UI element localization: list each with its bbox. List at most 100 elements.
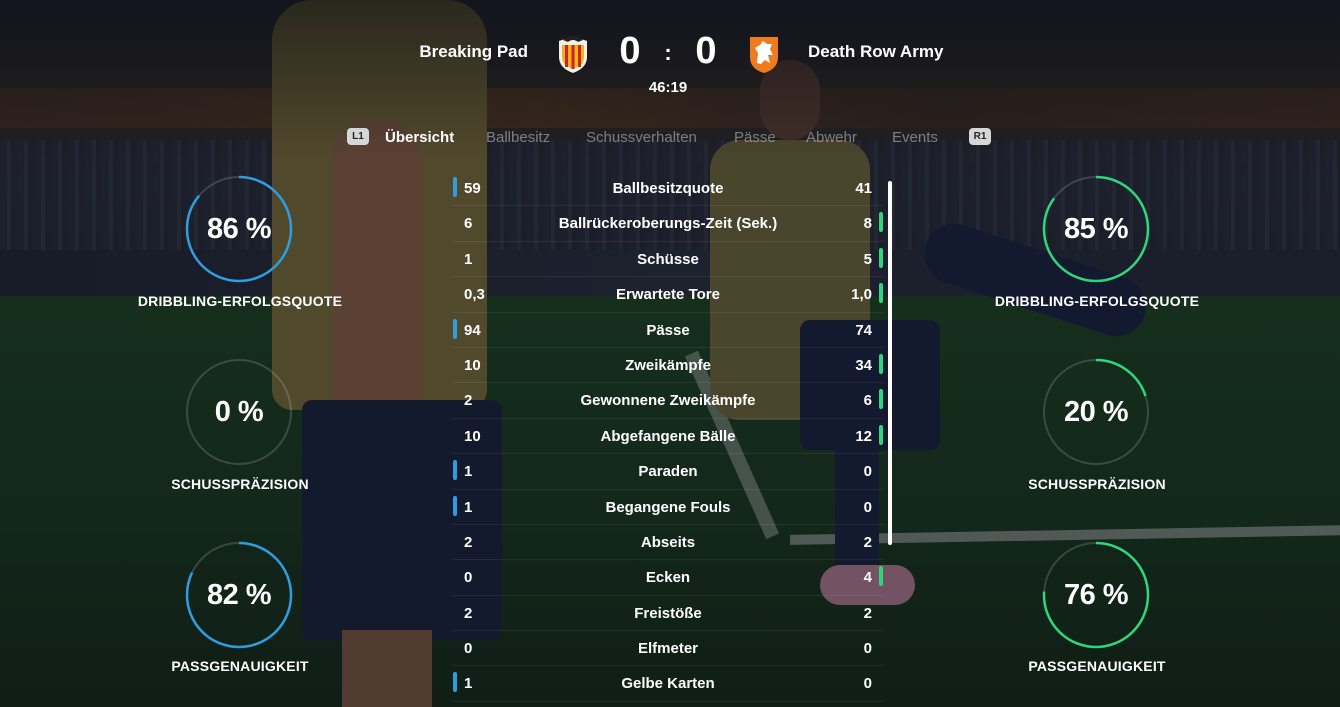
home-team-crest-icon bbox=[556, 33, 590, 75]
home-stat-value: 94 bbox=[464, 321, 481, 339]
away-stat-value: 1,0 bbox=[851, 286, 872, 304]
stat-label: Schüsse bbox=[637, 250, 699, 268]
away-lead-indicator bbox=[879, 247, 883, 268]
home-stat-value: 0 bbox=[464, 569, 473, 587]
away-stat-value: 0 bbox=[863, 463, 872, 481]
home-stat-value: 0,3 bbox=[464, 286, 485, 304]
away-stat-value: 2 bbox=[863, 604, 872, 622]
home-stat-value: 10 bbox=[464, 356, 481, 374]
away-stat-value: 4 bbox=[863, 569, 872, 587]
tab-events[interactable]: Events bbox=[892, 129, 938, 146]
home-stat-value: 1 bbox=[464, 463, 473, 481]
away-team-crest-icon bbox=[746, 33, 782, 75]
gauge-value: 85 % bbox=[1063, 213, 1129, 245]
away-stat-value: 0 bbox=[863, 640, 872, 658]
home-stat-value: 2 bbox=[464, 392, 473, 410]
stat-label: Ballrückeroberungs-Zeit (Sek.) bbox=[558, 215, 778, 233]
home-lead-indicator bbox=[453, 177, 457, 197]
stat-label: Paraden bbox=[638, 463, 698, 481]
away-stat-value: 12 bbox=[855, 427, 872, 445]
tab-passe[interactable]: Pässe bbox=[734, 129, 776, 146]
home-stat-value: 0 bbox=[464, 640, 473, 658]
home-lead-indicator bbox=[453, 460, 457, 481]
tab-schussverhalten[interactable]: Schussverhalten bbox=[586, 129, 697, 146]
l1-button-hint[interactable]: L1 bbox=[347, 128, 369, 145]
home-stat-value: 59 bbox=[464, 180, 481, 197]
away-lead-indicator bbox=[879, 424, 883, 445]
away-stat-value: 5 bbox=[863, 250, 872, 268]
home-team-name: Breaking Pad bbox=[419, 42, 528, 61]
home-stat-value: 1 bbox=[464, 250, 473, 268]
home-shot-accuracy-gauge: 0 % bbox=[184, 357, 294, 467]
stat-row: 1 Schüsse 5 bbox=[452, 242, 884, 278]
home-stat-value: 10 bbox=[464, 427, 481, 445]
stat-label: Zweikämpfe bbox=[625, 356, 711, 374]
away-lead-indicator bbox=[879, 566, 883, 587]
away-stat-value: 34 bbox=[855, 356, 872, 374]
stat-label: Freistöße bbox=[634, 604, 702, 622]
home-lead-indicator bbox=[453, 318, 457, 339]
away-stat-value: 0 bbox=[863, 498, 872, 516]
stat-row: 2 Abseits 2 bbox=[452, 525, 884, 561]
stats-table[interactable]: 59 Ballbesitzquote 41 6 Ballrückeroberungs-… bbox=[452, 171, 884, 702]
away-lead-indicator bbox=[879, 389, 883, 410]
stat-row: 6 Ballrückeroberungs-Zeit (Sek.) 8 bbox=[452, 206, 884, 242]
stats-scrollbar[interactable] bbox=[888, 181, 892, 545]
away-stat-value: 8 bbox=[863, 215, 872, 233]
stat-row: 2 Freistöße 2 bbox=[452, 596, 884, 632]
away-stat-value: 41 bbox=[855, 180, 872, 197]
stat-row: 2 Gewonnene Zweikämpfe 6 bbox=[452, 383, 884, 419]
gauge-label: PASSGENAUIGKEIT bbox=[171, 658, 309, 674]
home-lead-indicator bbox=[453, 495, 457, 516]
stat-row: 0 Ecken 4 bbox=[452, 560, 884, 596]
stat-row: 59 Ballbesitzquote 41 bbox=[452, 171, 884, 207]
stat-label: Begangene Fouls bbox=[605, 498, 731, 516]
tab-ubersicht[interactable]: Übersicht bbox=[385, 129, 454, 146]
stat-label: Erwartete Tore bbox=[616, 286, 720, 304]
match-clock: 46:19 bbox=[648, 79, 688, 96]
away-stat-value: 74 bbox=[855, 321, 872, 339]
tab-ballbesitz[interactable]: Ballbesitz bbox=[486, 129, 550, 146]
gauge-value: 86 % bbox=[206, 213, 272, 245]
gauge-value: 82 % bbox=[206, 579, 272, 611]
away-pass-accuracy-gauge: 76 % bbox=[1041, 540, 1151, 650]
home-score: 0 bbox=[619, 30, 641, 72]
away-lead-indicator bbox=[879, 353, 883, 374]
stat-label: Gelbe Karten bbox=[621, 675, 715, 693]
stat-row: 10 Abgefangene Bälle 12 bbox=[452, 419, 884, 455]
gauge-label: SCHUSSPRÄZISION bbox=[1028, 476, 1166, 492]
stat-row: 94 Pässe 74 bbox=[452, 313, 884, 348]
gauge-value: 20 % bbox=[1063, 396, 1129, 428]
stat-label: Elfmeter bbox=[637, 640, 699, 658]
away-stat-value: 6 bbox=[863, 392, 872, 410]
stat-label: Ecken bbox=[645, 569, 691, 587]
away-lead-indicator bbox=[879, 283, 883, 304]
stat-row: 1 Begangene Fouls 0 bbox=[452, 490, 884, 525]
stat-label: Abseits bbox=[640, 533, 696, 551]
stat-label: Abgefangene Bälle bbox=[600, 427, 736, 445]
away-dribbling-gauge: 85 % bbox=[1041, 174, 1151, 284]
away-lead-indicator bbox=[879, 212, 883, 233]
home-pass-accuracy-gauge: 82 % bbox=[184, 540, 294, 650]
home-stat-value: 1 bbox=[464, 498, 473, 516]
stat-row: 0,3 Erwartete Tore 1,0 bbox=[452, 277, 884, 313]
r1-button-hint[interactable]: R1 bbox=[969, 128, 991, 145]
home-stat-value: 2 bbox=[464, 604, 473, 622]
stat-row: 1 Gelbe Karten 0 bbox=[452, 666, 884, 702]
gauge-value: 0 % bbox=[214, 396, 264, 428]
score-separator: : bbox=[664, 40, 672, 65]
away-stat-value: 0 bbox=[863, 675, 872, 693]
home-stat-value: 1 bbox=[464, 675, 473, 693]
away-team-name: Death Row Army bbox=[808, 42, 944, 61]
away-score: 0 bbox=[695, 30, 717, 72]
stat-row: 0 Elfmeter 0 bbox=[452, 631, 884, 667]
gauge-label: DRIBBLING-ERFOLGSQUOTE bbox=[137, 293, 343, 309]
tab-abwehr[interactable]: Abwehr bbox=[806, 129, 857, 146]
stat-row: 1 Paraden 0 bbox=[452, 454, 884, 490]
gauge-label: SCHUSSPRÄZISION bbox=[171, 476, 309, 492]
home-lead-indicator bbox=[453, 672, 457, 693]
gauge-label: DRIBBLING-ERFOLGSQUOTE bbox=[994, 293, 1200, 309]
gauge-label: PASSGENAUIGKEIT bbox=[1028, 658, 1166, 674]
stat-label: Ballbesitzquote bbox=[612, 180, 724, 197]
stat-label: Gewonnene Zweikämpfe bbox=[580, 392, 756, 410]
